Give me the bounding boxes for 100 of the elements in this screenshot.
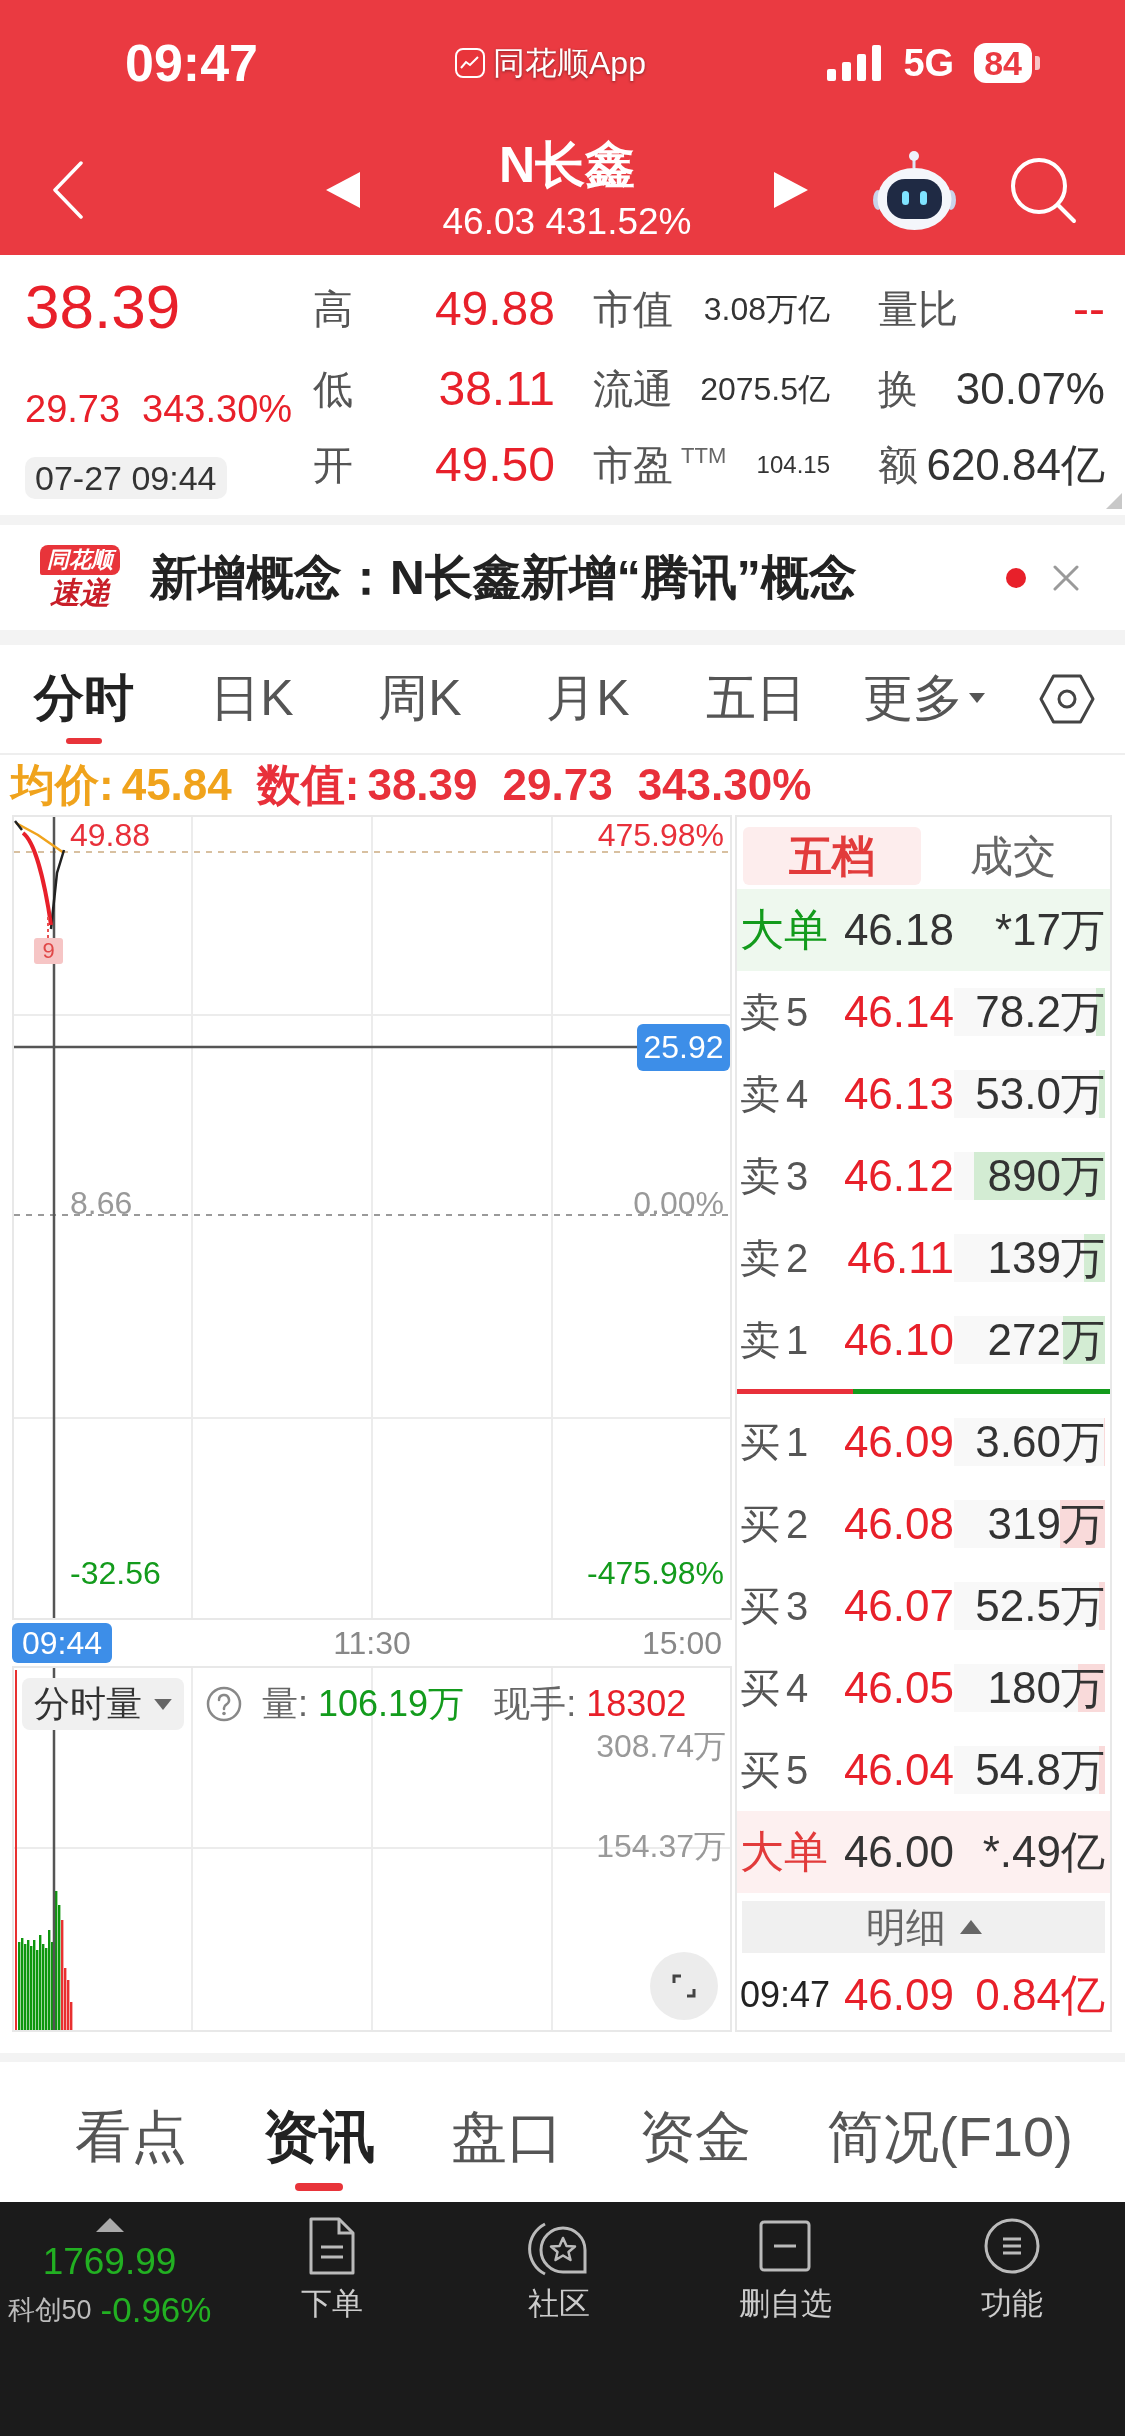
ask-price: 46.10 — [843, 1318, 954, 1362]
news-headline[interactable]: 新增概念：N长鑫新增“腾讯”概念 — [150, 547, 857, 608]
ask-price: 46.13 — [843, 1072, 954, 1116]
index-value: 1769.99 — [42, 2240, 177, 2284]
trade-price: 46.09 — [843, 1972, 954, 2017]
ask-label: 卖5 — [740, 992, 816, 1032]
readout-value: 38.39 — [367, 763, 478, 807]
search-icon[interactable] — [1009, 156, 1077, 224]
stat-value: 2075.5亿 — [700, 373, 830, 405]
big-order-label: 大单 — [740, 1830, 829, 1874]
readout-value: 29.73 — [502, 763, 613, 807]
detail-button[interactable]: 明细 — [742, 1901, 1105, 1953]
stat-value: 3.08万亿 — [703, 293, 830, 325]
current-hand-value: 18302 — [586, 1686, 687, 1722]
bid-label: 买5 — [740, 1750, 816, 1790]
ask-volume: 78.2万 — [975, 990, 1105, 1034]
indicator-dropdown[interactable]: 分时量 — [22, 1678, 184, 1730]
ask-volume: 53.0万 — [975, 1072, 1105, 1116]
volume-axis-label: 154.37万 — [596, 1830, 726, 1862]
network-type: 5G — [903, 43, 955, 82]
quote-timestamp: 07-27 09:44 — [25, 457, 227, 499]
order-book-tab[interactable]: 成交 — [921, 827, 1104, 885]
percent-axis-label: 475.98% — [597, 819, 724, 851]
average-price-label: 均价: — [11, 763, 114, 807]
stat-label: 低 — [312, 367, 353, 411]
bid-price: 46.08 — [843, 1502, 954, 1546]
trade-amount: 0.84亿 — [975, 1972, 1105, 2017]
close-icon[interactable] — [1053, 564, 1079, 591]
functions-button[interactable]: 功能 — [980, 2216, 1043, 2322]
stat-value: 104.15 — [756, 453, 830, 477]
stat-label: 量比 — [877, 287, 958, 331]
ask-volume: 139万 — [987, 1236, 1105, 1280]
readout-value: 343.30% — [637, 763, 812, 807]
community-button[interactable]: 社区 — [526, 2216, 591, 2322]
signal-icon — [827, 44, 884, 81]
section-tab[interactable]: 资讯 — [263, 2107, 375, 2191]
stat-value: -- — [1073, 285, 1105, 333]
price-axis-label: 8.66 — [70, 1187, 133, 1219]
big-order-volume: *.49亿 — [982, 1830, 1105, 1874]
back-icon[interactable] — [50, 161, 86, 219]
ask-price: 46.12 — [843, 1154, 954, 1198]
battery-indicator: 84 — [974, 42, 1040, 83]
corner-triangle-icon — [1106, 493, 1122, 509]
period-tab[interactable]: 分时 — [34, 670, 134, 744]
crosshair-price-label: 25.92 — [637, 1024, 730, 1071]
order-book-tab[interactable]: 五档 — [743, 827, 921, 885]
help-icon[interactable] — [206, 1686, 242, 1722]
ask-label: 卖2 — [740, 1238, 816, 1278]
time-axis-label: 11:30 — [332, 1624, 412, 1663]
period-tab[interactable]: 月K — [546, 670, 630, 726]
period-tab[interactable]: 五日 — [706, 670, 806, 726]
caret-up-icon — [959, 1920, 982, 1934]
current-hand-label: 现手: — [494, 1686, 577, 1722]
stat-value: 49.88 — [434, 285, 555, 333]
big-order-label: 大单 — [740, 908, 829, 952]
readout-label: 数值: — [256, 763, 360, 807]
section-tab[interactable]: 简况(F10) — [827, 2107, 1073, 2167]
price-change: 29.73 — [25, 389, 121, 429]
ask-price: 46.14 — [843, 990, 954, 1034]
stat-label: 流通 — [592, 367, 673, 411]
section-tab[interactable]: 盘口 — [451, 2107, 563, 2167]
status-time: 09:47 — [125, 36, 258, 89]
section-tab[interactable]: 资金 — [639, 2107, 751, 2167]
ask-label: 卖4 — [740, 1074, 816, 1114]
caret-down-icon — [969, 693, 985, 703]
period-tab[interactable]: 周K — [378, 670, 462, 726]
back-to-app-link[interactable]: 同花顺App — [493, 46, 646, 79]
price-axis-label: 49.88 — [70, 819, 151, 851]
big-order-price: 46.18 — [843, 908, 954, 952]
stat-value: 38.11 — [438, 365, 555, 413]
caret-down-icon — [154, 1698, 172, 1710]
expand-icon[interactable] — [650, 1952, 718, 2020]
stat-value: 49.50 — [434, 441, 555, 489]
big-order-price: 46.00 — [843, 1830, 954, 1874]
remove-watchlist-button[interactable]: 删自选 — [738, 2216, 832, 2322]
last-price: 38.39 — [25, 271, 181, 343]
bid-volume: 3.60万 — [975, 1420, 1105, 1464]
stock-title: N长鑫 — [498, 137, 636, 193]
logo-badge: 同花顺 — [40, 544, 120, 575]
trade-time: 09:47 — [740, 1976, 832, 2013]
bid-price: 46.07 — [843, 1584, 954, 1628]
stat-label: 额 — [877, 443, 918, 487]
stat-value: 620.84亿 — [926, 443, 1105, 487]
percent-axis-label: -475.98% — [587, 1557, 724, 1589]
stat-label: 市值 — [592, 287, 673, 331]
stock-quote: 46.03 431.52% — [442, 201, 692, 243]
caret-up-icon — [95, 2218, 124, 2232]
volume-value: 106.19万 — [318, 1686, 465, 1722]
bid-label: 买1 — [740, 1422, 816, 1462]
stat-label: 换 — [877, 367, 918, 411]
bid-price: 46.05 — [843, 1666, 954, 1710]
period-tab[interactable]: 日K — [210, 670, 294, 726]
stat-label: 开 — [312, 443, 353, 487]
settings-icon[interactable] — [1038, 674, 1095, 724]
period-tab[interactable]: 更多 — [863, 670, 985, 726]
ask-label: 卖1 — [740, 1320, 816, 1360]
section-tab[interactable]: 看点 — [75, 2107, 187, 2167]
order-button[interactable]: 下单 — [301, 2216, 364, 2322]
bid-label: 买3 — [740, 1586, 816, 1626]
bid-volume: 52.5万 — [975, 1584, 1105, 1628]
